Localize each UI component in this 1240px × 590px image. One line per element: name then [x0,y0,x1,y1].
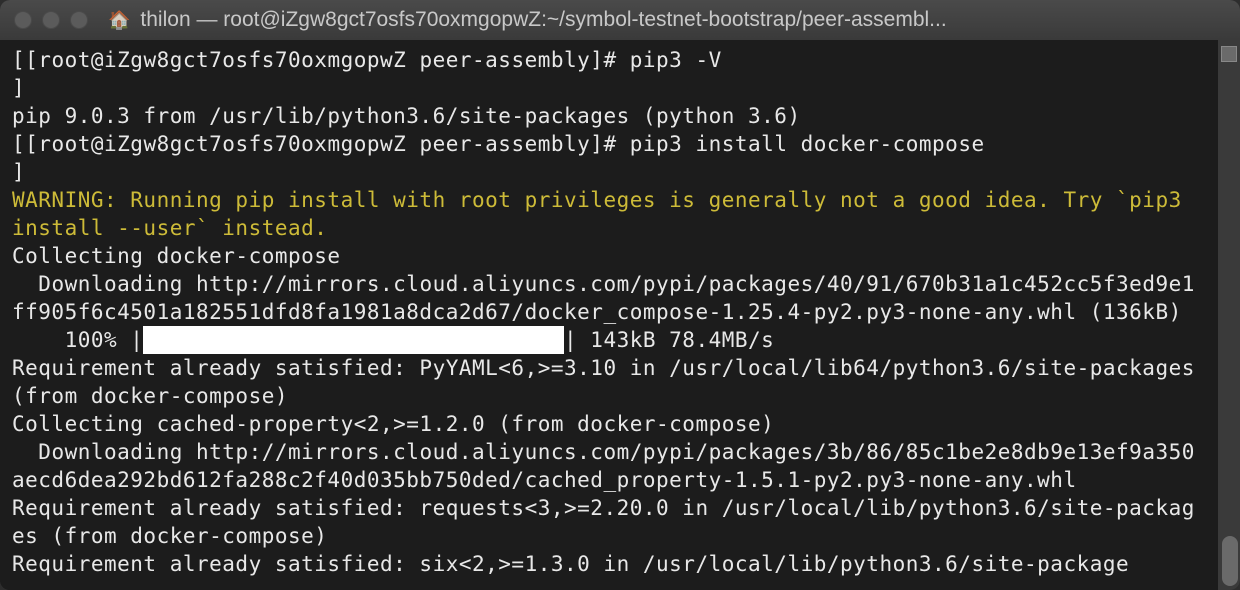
pip-warning: WARNING: Running pip install with root p… [12,188,1195,240]
traffic-lights [14,11,88,29]
prompt-bracket-left: [ [12,132,25,156]
shell-prompt: [root@iZgw8gct7osfs70oxmgopwZ peer-assem… [25,132,630,156]
terminal-sidebar [1218,40,1240,590]
progress-bar-fill: ████████████████████████████████ [143,326,564,354]
zoom-icon[interactable] [70,11,88,29]
pip-version-output: pip 9.0.3 from /usr/lib/python3.6/site-p… [12,104,801,128]
terminal-window: 🏠 thilon — root@iZgw8gct7osfs70oxmgopwZ:… [0,0,1240,590]
progress-bar-suffix: | 143kB 78.4MB/s [564,328,774,352]
pip-output-line: Collecting cached-property<2,>=1.2.0 (fr… [12,412,774,436]
progress-bar-prefix: 100% | [12,328,143,352]
close-icon[interactable] [14,11,32,29]
pip-output-line: Requirement already satisfied: six<2,>=1… [12,552,1129,576]
window-title: thilon — root@iZgw8gct7osfs70oxmgopwZ:~/… [140,8,1226,32]
pip-output-line: Downloading http://mirrors.cloud.aliyunc… [12,440,1195,492]
command-input: pip3 -V [630,48,722,72]
window-titlebar[interactable]: 🏠 thilon — root@iZgw8gct7osfs70oxmgopwZ:… [0,0,1240,40]
window-body: [[root@iZgw8gct7osfs70oxmgopwZ peer-asse… [0,40,1240,590]
command-input: pip3 install docker-compose [630,132,985,156]
pip-output-line: Collecting docker-compose [12,244,341,268]
minimize-icon[interactable] [42,11,60,29]
session-indicator-icon[interactable] [1221,46,1237,62]
scrollbar-thumb[interactable] [1222,536,1238,586]
terminal-content[interactable]: [[root@iZgw8gct7osfs70oxmgopwZ peer-asse… [0,40,1218,590]
home-icon: 🏠 [108,10,130,31]
prompt-bracket-right: ] [12,160,25,184]
pip-output-line: Requirement already satisfied: requests<… [12,496,1195,548]
prompt-bracket-right: ] [12,76,25,100]
prompt-bracket-left: [ [12,48,25,72]
shell-prompt: [root@iZgw8gct7osfs70oxmgopwZ peer-assem… [25,48,630,72]
pip-output-line: Requirement already satisfied: PyYAML<6,… [12,356,1208,408]
pip-output-line: Downloading http://mirrors.cloud.aliyunc… [12,272,1195,324]
